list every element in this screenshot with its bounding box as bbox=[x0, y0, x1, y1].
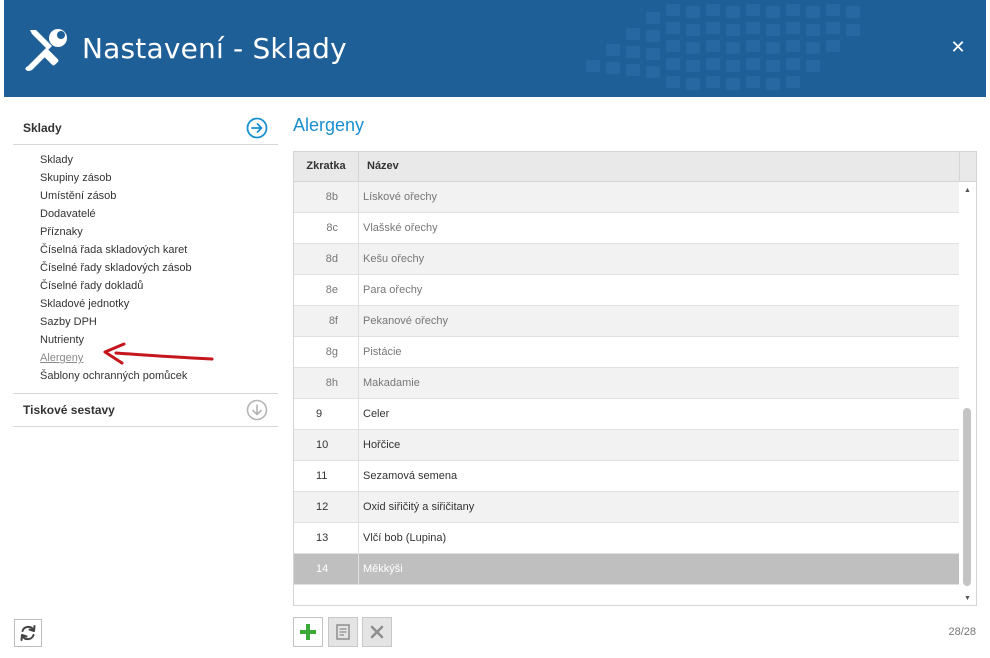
cell-name: Vlčí bob (Lupina) bbox=[363, 532, 447, 544]
table-row[interactable]: 13 Vlčí bob (Lupina) bbox=[294, 523, 959, 554]
table-row[interactable]: 8c Vlašské ořechy bbox=[294, 213, 959, 244]
scrollbar-thumb[interactable] bbox=[963, 408, 971, 586]
refresh-icon bbox=[20, 625, 36, 641]
record-counter: 28/28 bbox=[948, 626, 976, 638]
tools-icon bbox=[25, 29, 67, 71]
cell-code: 8f bbox=[294, 306, 359, 336]
section-sklady[interactable]: Sklady bbox=[13, 112, 278, 145]
cell-code: 8c bbox=[294, 213, 359, 243]
table-row-selected[interactable]: 14 Měkkýši bbox=[294, 554, 959, 585]
table-body: 8b Lískové ořechy 8c Vlašské ořechy 8d Kešu… bbox=[294, 182, 959, 585]
plus-icon bbox=[300, 624, 316, 640]
sidebar-item-ciselne-rady-zasob[interactable]: Číselné řady skladových zásob bbox=[40, 259, 278, 277]
cell-name: Makadamie bbox=[363, 377, 420, 389]
column-header-code[interactable]: Zkratka bbox=[294, 152, 359, 181]
cell-name: Pistácie bbox=[363, 346, 402, 358]
cell-code: 8b bbox=[294, 182, 359, 212]
cell-name: Měkkýši bbox=[363, 563, 403, 575]
sidebar-item-ciselne-rady-dokladu[interactable]: Číselné řady dokladů bbox=[40, 277, 278, 295]
sidebar: Sklady Sklady Skupiny zásob Umístění zás… bbox=[13, 112, 278, 427]
table-row[interactable]: 8d Kešu ořechy bbox=[294, 244, 959, 275]
table-row[interactable]: 8g Pistácie bbox=[294, 337, 959, 368]
cell-name: Hořčice bbox=[363, 439, 401, 451]
sidebar-item-skladove-jednotky[interactable]: Skladové jednotky bbox=[40, 295, 278, 313]
cell-code: 13 bbox=[294, 523, 359, 553]
table-row[interactable]: 12 Oxid siřičitý a siřičitany bbox=[294, 492, 959, 523]
table-row[interactable]: 8f Pekanové ořechy bbox=[294, 306, 959, 337]
sidebar-item-sklady[interactable]: Sklady bbox=[40, 151, 278, 169]
cell-code: 12 bbox=[294, 492, 359, 522]
arrow-right-circle-icon[interactable] bbox=[246, 117, 268, 139]
header-corner bbox=[959, 152, 976, 181]
section-tiskove-sestavy[interactable]: Tiskové sestavy bbox=[13, 393, 278, 427]
edit-button[interactable] bbox=[328, 617, 358, 647]
window-header: Nastavení - Sklady ✕ bbox=[4, 0, 986, 97]
scroll-down-icon[interactable]: ▼ bbox=[964, 595, 971, 602]
cell-name: Oxid siřičitý a siřičitany bbox=[363, 501, 475, 513]
page-title: Alergeny bbox=[293, 115, 365, 135]
cell-code: 8d bbox=[294, 244, 359, 274]
cell-name: Sezamová semena bbox=[363, 470, 458, 482]
sidebar-item-sazby-dph[interactable]: Sazby DPH bbox=[40, 313, 278, 331]
close-icon[interactable]: ✕ bbox=[948, 37, 968, 57]
section-label: Tiskové sestavy bbox=[23, 403, 115, 417]
add-button[interactable] bbox=[293, 617, 323, 647]
cell-code: 14 bbox=[294, 554, 359, 584]
cell-name: Pekanové ořechy bbox=[363, 315, 448, 327]
edit-icon bbox=[336, 624, 350, 640]
cell-code: 9 bbox=[294, 399, 359, 429]
cell-name: Celer bbox=[363, 408, 390, 420]
cell-name: Lískové ořechy bbox=[363, 191, 437, 203]
header-pattern bbox=[586, 4, 860, 90]
sidebar-item-dodavatele[interactable]: Dodavatelé bbox=[40, 205, 278, 223]
column-header-name[interactable]: Název bbox=[367, 152, 399, 181]
table-row[interactable]: 10 Hořčice bbox=[294, 430, 959, 461]
table-row[interactable]: 8e Para ořechy bbox=[294, 275, 959, 306]
vertical-scrollbar[interactable]: ▲ ▼ bbox=[959, 182, 976, 605]
red-arrow-annotation bbox=[103, 342, 214, 365]
cell-code: 11 bbox=[294, 461, 359, 491]
sidebar-item-umisteni-zasob[interactable]: Umístění zásob bbox=[40, 187, 278, 205]
cell-code: 10 bbox=[294, 430, 359, 460]
table-row[interactable]: 9 Celer bbox=[294, 399, 959, 430]
table-header: Zkratka Název bbox=[294, 152, 976, 182]
cell-code: 8g bbox=[294, 337, 359, 367]
cell-name: Vlašské ořechy bbox=[363, 222, 438, 234]
sidebar-item-priznaky[interactable]: Příznaky bbox=[40, 223, 278, 241]
sidebar-item-ciselna-rada-karet[interactable]: Číselná řada skladových karet bbox=[40, 241, 278, 259]
refresh-button[interactable] bbox=[14, 619, 42, 647]
cell-name: Para ořechy bbox=[363, 284, 423, 296]
cell-code: 8h bbox=[294, 368, 359, 398]
section-label: Sklady bbox=[23, 121, 62, 135]
cell-name: Kešu ořechy bbox=[363, 253, 425, 265]
allergens-table: Zkratka Název 8b Lískové ořechy 8c Vlašské… bbox=[293, 151, 977, 606]
scroll-up-icon[interactable]: ▲ bbox=[964, 187, 971, 194]
delete-icon bbox=[370, 625, 384, 639]
table-row[interactable]: 8h Makadamie bbox=[294, 368, 959, 399]
delete-button[interactable] bbox=[362, 617, 392, 647]
window-title: Nastavení - Sklady bbox=[82, 32, 347, 65]
arrow-down-circle-icon[interactable] bbox=[246, 399, 268, 421]
table-row[interactable]: 8b Lískové ořechy bbox=[294, 182, 959, 213]
table-row[interactable]: 11 Sezamová semena bbox=[294, 461, 959, 492]
sidebar-item-skupiny-zasob[interactable]: Skupiny zásob bbox=[40, 169, 278, 187]
cell-code: 8e bbox=[294, 275, 359, 305]
